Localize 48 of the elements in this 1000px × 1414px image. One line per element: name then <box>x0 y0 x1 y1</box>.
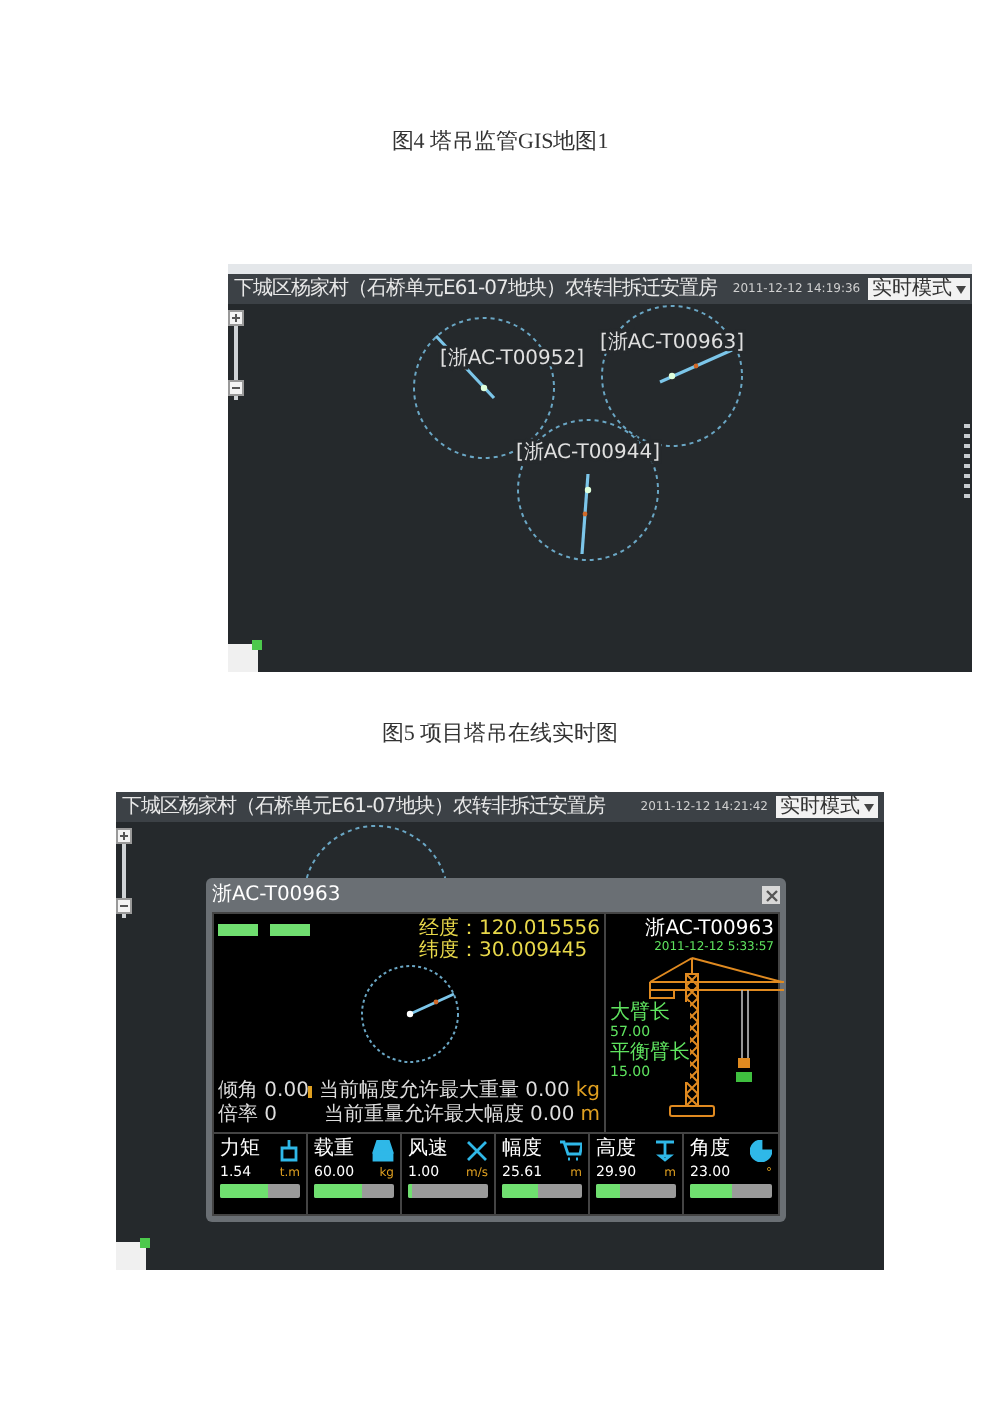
caret-icon <box>864 803 874 811</box>
status-indicator <box>218 924 258 936</box>
unit-text: kg <box>575 1080 600 1104</box>
caret-icon <box>956 285 967 293</box>
figure-caption: 图5 项目塔吊在线实时图 <box>381 720 619 748</box>
meter-label: 高度 <box>596 1138 636 1162</box>
mode-dropdown[interactable]: 实时模式 <box>776 796 878 818</box>
zoom-in-button[interactable] <box>116 828 132 844</box>
close-button[interactable] <box>762 886 780 904</box>
crane-id: 浙AC-T00963 <box>645 918 774 940</box>
crane-label: [浙AC-T00963] <box>599 332 745 354</box>
zoom-in-button[interactable] <box>228 310 244 326</box>
crane-range-circle <box>360 965 458 1063</box>
hook-icon <box>654 1139 676 1161</box>
pie-icon <box>750 1139 772 1161</box>
minus-icon <box>118 900 130 912</box>
dialog-title: 浙AC-T00963 <box>212 883 341 907</box>
unit-text: m <box>580 1104 600 1128</box>
zoom-out-button[interactable] <box>116 898 132 914</box>
meter-label: 载重 <box>314 1138 354 1162</box>
coordinate-text: 纬度：30.009445 <box>419 940 590 962</box>
meter-label: 风速 <box>408 1138 448 1162</box>
plus-icon <box>230 312 242 324</box>
map-title: 下城区杨家村（石桥单元E61-07地块）农转非拆迁安置房 <box>234 277 717 301</box>
info-text: 当前幅度允许最大重量 0.00 <box>318 1080 570 1103</box>
crane-label: [浙AC-T00944] <box>515 442 661 464</box>
figure-caption: 图4 塔吊监管GIS地图1 <box>391 128 609 156</box>
weight-icon <box>372 1139 394 1161</box>
spec-label: 大臂长 <box>610 1002 690 1024</box>
box-hook-icon <box>278 1139 300 1161</box>
mode-dropdown[interactable]: 实时模式 <box>868 278 971 300</box>
minus-icon <box>230 382 242 394</box>
crane-range-circle <box>517 419 659 561</box>
close-icon <box>765 889 777 901</box>
cross-icon <box>466 1139 488 1161</box>
meter-label: 角度 <box>690 1138 730 1162</box>
cart-icon <box>560 1139 582 1161</box>
info-text: 当前重量允许最大幅度 0.00 <box>323 1104 575 1128</box>
status-indicator <box>270 924 310 936</box>
plus-icon <box>118 830 130 842</box>
meter-label: 力矩 <box>220 1138 260 1162</box>
meter-label: 幅度 <box>502 1138 542 1162</box>
info-text: 倍率 0 <box>218 1104 280 1128</box>
spec-label: 平衡臂长 <box>610 1042 690 1064</box>
coordinate-text: 经度：120.015556 <box>419 918 600 940</box>
scale-ruler <box>964 424 970 504</box>
zoom-out-button[interactable] <box>228 380 244 396</box>
map-title: 下城区杨家村（石桥单元E61-07地块）农转非拆迁安置房 <box>122 795 605 819</box>
